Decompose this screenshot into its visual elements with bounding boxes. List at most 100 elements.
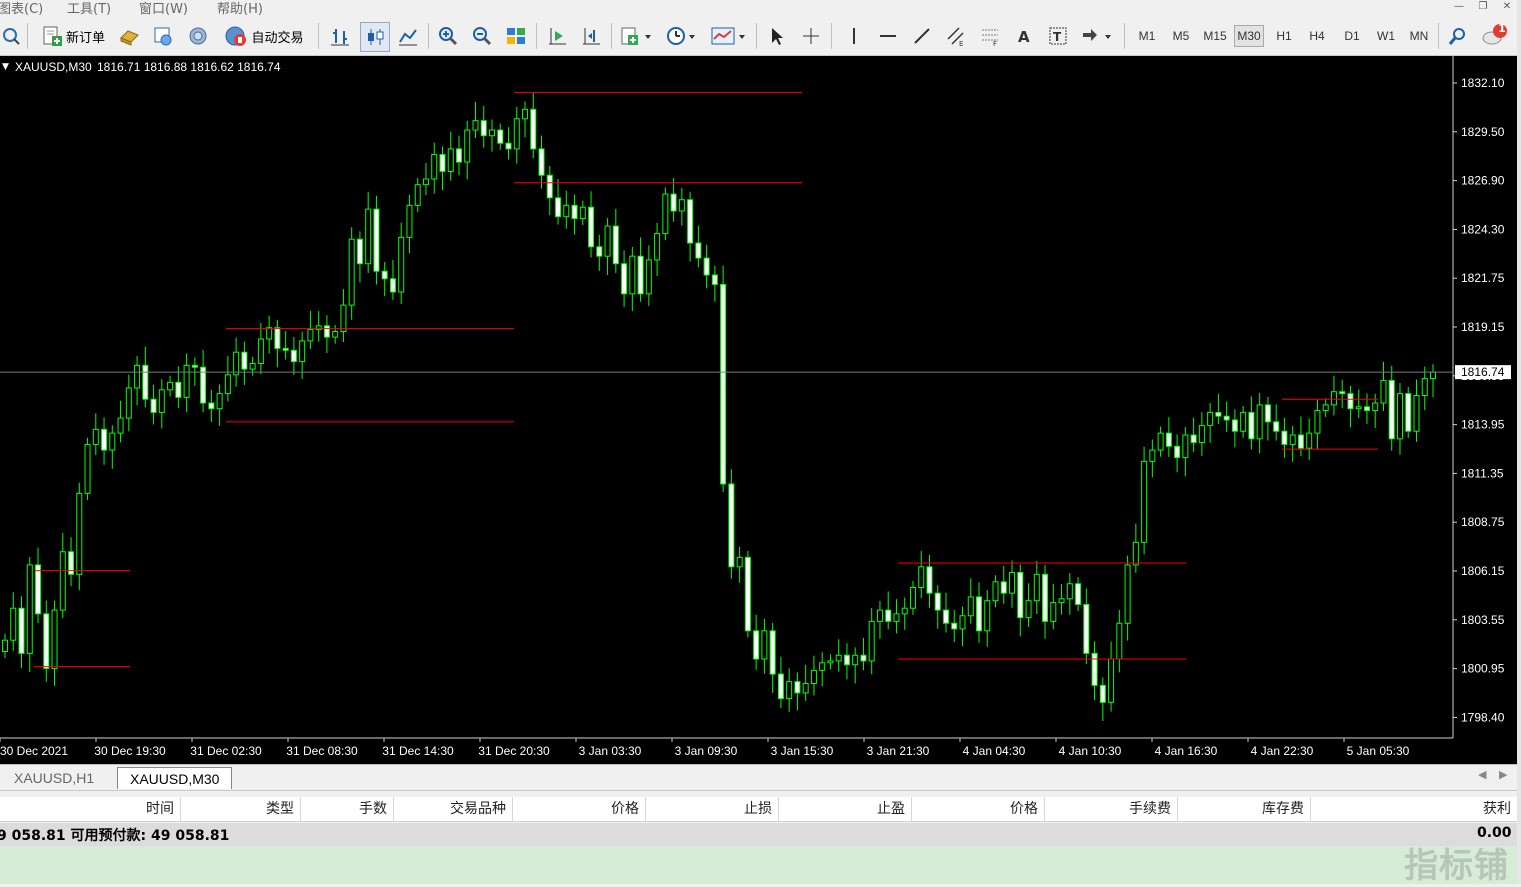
menu-chart[interactable]: 图表(C) [0,0,43,17]
crosshair-icon[interactable] [797,22,825,50]
horizontal-line-icon[interactable] [874,22,902,50]
tabs-scroll-left-icon[interactable]: ◀ [1478,768,1486,781]
zoom-out-icon[interactable] [468,22,496,50]
candle-body [299,340,306,363]
cursor-icon[interactable] [763,22,791,50]
candle-body [1025,600,1032,619]
restore-icon[interactable]: ❐ [1476,1,1490,13]
candle-body [843,654,850,666]
column-time[interactable]: 时间 [0,797,181,821]
candle-body [810,669,817,685]
periods-dropdown[interactable] [663,22,701,50]
candle-body [1050,602,1057,622]
timeframe-m1[interactable]: M1 [1132,25,1162,47]
autotrade-button[interactable]: 自动交易 [218,22,310,50]
minimize-icon[interactable]: — [1452,1,1466,13]
chart-collapse-icon[interactable]: ▼ [2,62,9,72]
column-type[interactable]: 类型 [181,797,301,821]
fibonacci-icon[interactable]: F [976,22,1004,50]
auto-scroll-icon[interactable] [543,22,571,50]
text-icon[interactable]: A [1010,22,1038,50]
candle-body [1190,434,1197,444]
market-watch-icon[interactable] [150,22,176,50]
candle-body [728,483,735,568]
candle-body [1231,419,1238,432]
candlestick-chart-icon[interactable] [360,22,390,52]
timeframe-w1[interactable]: W1 [1371,25,1401,47]
column-commission[interactable]: 手续费 [1045,797,1178,821]
timeframe-d1[interactable]: D1 [1337,25,1367,47]
chart-shift-icon[interactable] [577,22,605,50]
balance-row: 9 058.81 可用预付款: 49 058.81 0.00 [0,823,1521,846]
candle-body [142,364,149,400]
candle-body [125,387,132,419]
tab-xauusd-m30[interactable]: XAUUSD,M30 [117,767,233,789]
candle-body [976,596,983,632]
time-tick-label: 30 Dec 19:30 [94,744,166,758]
indicators-dropdown[interactable] [617,22,655,50]
terminal-table-header: 时间 类型 手数 交易品种 价格 止损 止盈 价格 手续费 库存费 获利 [0,797,1521,822]
tile-windows-icon[interactable] [502,22,530,50]
column-current-price[interactable]: 价格 [912,797,1045,821]
menu-tools[interactable]: 工具(T) [67,0,111,17]
candle-body [1223,415,1230,421]
arrows-dropdown[interactable] [1078,22,1118,50]
menu-help[interactable]: 帮助(H) [217,0,263,17]
column-volume[interactable]: 手数 [301,797,394,821]
gold-bar-icon[interactable] [116,22,142,50]
menu-window[interactable]: 窗口(W) [139,0,188,17]
text-label-icon[interactable]: T [1044,22,1072,50]
column-stop-loss[interactable]: 止损 [646,797,779,821]
zoom-in-icon[interactable] [434,22,462,50]
price-chart[interactable]: 1832.10 1829.50 1826.90 1824.30 1821.75 1819.… [0,56,1521,764]
candle-body [158,389,165,413]
templates-dropdown[interactable] [709,22,749,50]
time-tick-label: 3 Jan 03:30 [579,744,642,758]
trendline-icon[interactable] [908,22,936,50]
timeframe-h4[interactable]: H4 [1302,25,1332,47]
column-swap[interactable]: 库存费 [1178,797,1311,821]
candle-body [348,238,355,306]
column-take-profit[interactable]: 止盈 [779,797,912,821]
candle-body [777,673,784,700]
equidistant-channel-icon[interactable]: E [942,22,970,50]
candle-body [579,206,586,220]
candle-body [687,199,694,244]
timeframe-mn[interactable]: MN [1404,25,1434,47]
candle-body [1207,411,1214,427]
notifications-button[interactable]: 1 [1480,22,1510,50]
candle-body [992,581,999,602]
close-icon[interactable]: ✕ [1500,1,1514,13]
time-tick-label: 31 Dec 02:30 [190,744,262,758]
vertical-line-icon[interactable] [840,22,868,50]
candle-body [546,174,553,199]
candle-body [455,148,462,163]
tabs-scroll-right-icon[interactable]: ▶ [1499,768,1507,781]
timeframe-m15[interactable]: M15 [1200,25,1230,47]
search-icon[interactable] [1444,22,1472,50]
time-tick-label: 31 Dec 14:30 [382,744,454,758]
candle-body [1058,598,1065,604]
candle-body [43,613,50,669]
line-chart-icon[interactable] [394,22,422,50]
candle-body [951,622,958,630]
svg-text:F: F [993,40,997,47]
candle-body [18,607,25,654]
candle-body [662,193,669,235]
column-profit[interactable]: 获利 [1311,797,1517,821]
candle-body [365,208,372,265]
candle-body [1042,573,1049,622]
signals-icon[interactable] [185,22,211,50]
candlestick-chart[interactable]: 1832.10 1829.50 1826.90 1824.30 1821.75 1819.… [0,56,1521,764]
zoom-chart-icon[interactable] [0,22,22,50]
column-price[interactable]: 价格 [513,797,646,821]
tab-xauusd-h1[interactable]: XAUUSD,H1 [14,767,94,789]
column-symbol[interactable]: 交易品种 [394,797,513,821]
price-tick-label: 1819.15 [1461,320,1505,334]
bar-chart-icon[interactable] [326,22,354,50]
timeframe-m5[interactable]: M5 [1166,25,1196,47]
timeframe-m30[interactable]: M30 [1234,25,1264,47]
new-order-button[interactable]: 新订单 [36,22,110,50]
candle-body [868,620,875,662]
timeframe-h1[interactable]: H1 [1269,25,1299,47]
